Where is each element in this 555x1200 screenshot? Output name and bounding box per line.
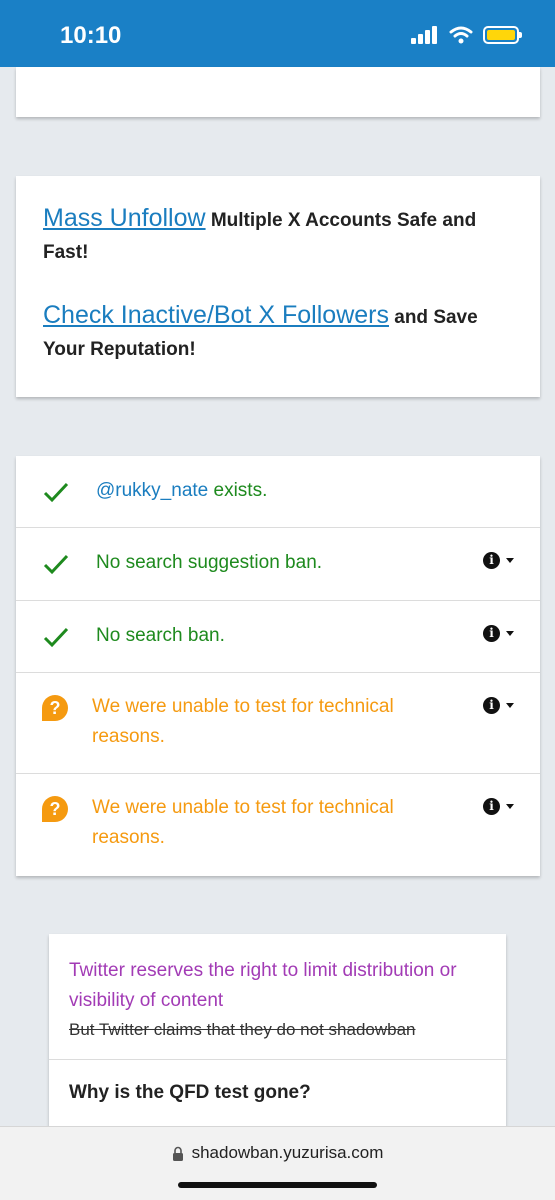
browser-url-bar[interactable]: shadowban.yuzurisa.com <box>0 1126 555 1200</box>
result-text: No search suggestion ban. <box>96 552 323 573</box>
result-row-suggestion-ban: No search suggestion ban. i <box>16 528 540 601</box>
info-icon: i <box>483 798 500 815</box>
info-icon: i <box>483 552 500 569</box>
home-indicator[interactable] <box>178 1182 377 1188</box>
status-bar: 10:10 <box>0 0 555 67</box>
promo-line-2: Check Inactive/Bot X Followers and Save … <box>43 299 513 366</box>
mass-unfollow-link[interactable]: Mass Unfollow <box>43 204 206 232</box>
details-toggle[interactable]: i <box>483 625 514 642</box>
result-text: We were unable to test for technical rea… <box>92 797 394 848</box>
faq-item-distribution[interactable]: Twitter reserves the right to limit dist… <box>49 934 506 1060</box>
question-icon: ? <box>42 695 68 721</box>
dropdown-caret-icon <box>506 631 514 636</box>
top-card <box>16 67 540 117</box>
check-inactive-link[interactable]: Check Inactive/Bot X Followers <box>43 301 389 329</box>
dropdown-caret-icon <box>506 558 514 563</box>
faq-item-qfd[interactable]: Why is the QFD test gone? <box>49 1060 506 1126</box>
faq-title: Twitter reserves the right to limit dist… <box>69 960 457 1011</box>
result-row-technical-1: ? We were unable to test for technical r… <box>16 673 540 774</box>
dropdown-caret-icon <box>506 703 514 708</box>
promo-card: Mass Unfollow Multiple X Accounts Safe a… <box>16 176 540 397</box>
result-row-technical-2: ? We were unable to test for technical r… <box>16 774 540 876</box>
result-text: No search ban. <box>96 625 225 646</box>
checkmark-icon <box>43 627 69 648</box>
status-icons <box>411 26 522 44</box>
checkmark-icon <box>43 554 69 575</box>
url-text: shadowban.yuzurisa.com <box>191 1143 384 1162</box>
result-row-exists: @rukky_nate exists. <box>16 456 540 528</box>
checkmark-icon <box>43 482 69 503</box>
result-text: We were unable to test for technical rea… <box>92 696 394 747</box>
dropdown-caret-icon <box>506 804 514 809</box>
details-toggle[interactable]: i <box>483 697 514 714</box>
cellular-signal-icon <box>411 26 437 44</box>
battery-icon <box>483 26 522 44</box>
status-time: 10:10 <box>60 22 122 49</box>
wifi-icon <box>449 26 473 44</box>
faq-card: Twitter reserves the right to limit dist… <box>49 934 506 1134</box>
url-row: shadowban.yuzurisa.com <box>0 1143 555 1163</box>
info-icon: i <box>483 625 500 642</box>
details-toggle[interactable]: i <box>483 552 514 569</box>
promo-line-1: Mass Unfollow Multiple X Accounts Safe a… <box>43 202 513 269</box>
question-icon: ? <box>42 796 68 822</box>
result-row-search-ban: No search ban. i <box>16 601 540 673</box>
lock-icon <box>172 1146 183 1161</box>
faq-strikethrough-text: But Twitter claims that they do not shad… <box>69 1020 416 1039</box>
result-text: @rukky_nate exists. <box>96 480 268 501</box>
details-toggle[interactable]: i <box>483 798 514 815</box>
results-card: @rukky_nate exists. No search suggestion… <box>16 456 540 876</box>
profile-handle[interactable]: @rukky_nate <box>96 480 208 501</box>
info-icon: i <box>483 697 500 714</box>
